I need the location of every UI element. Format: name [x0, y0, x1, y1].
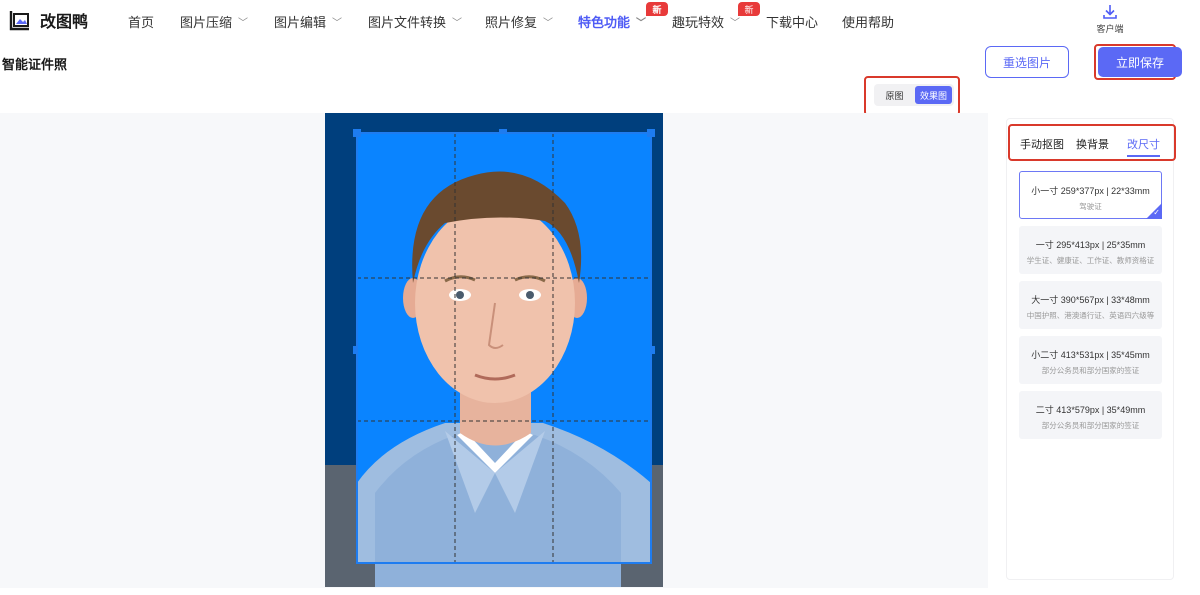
app-name: 改图鸭	[40, 14, 89, 31]
nav-download-center[interactable]: 下载中心	[766, 12, 818, 31]
size-option-title: 小一寸 259*377px | 22*33mm	[1031, 186, 1150, 196]
size-option[interactable]: 一寸 295*413px | 25*35mm 学生证、健康证、工作证、教师资格证	[1019, 226, 1162, 274]
nav-file-convert-label: 图片文件转换	[368, 15, 447, 30]
size-option-title: 一寸 295*413px | 25*35mm	[1035, 240, 1146, 250]
new-badge: 新	[646, 2, 668, 16]
size-option-desc: 中国护照、港澳通行证、英语四六级等	[1026, 311, 1155, 320]
new-badge: 新	[738, 2, 760, 16]
size-option[interactable]: 大一寸 390*567px | 33*48mm 中国护照、港澳通行证、英语四六级…	[1019, 281, 1162, 329]
client-download[interactable]: 客户端	[1096, 4, 1124, 35]
logo[interactable]: 改图鸭	[8, 8, 88, 32]
chevron-down-icon: ﹀	[636, 18, 647, 29]
nav-home-label: 首页	[128, 15, 155, 30]
nav-file-convert[interactable]: 图片文件转换 ﹀	[368, 12, 462, 31]
reselect-image-button[interactable]: 重选图片	[985, 46, 1069, 78]
chevron-down-icon: ﹀	[238, 18, 249, 29]
check-icon: ✓	[1153, 208, 1160, 217]
nav-fun-effects[interactable]: 趣玩特效 ﹀ 新	[672, 2, 760, 31]
tab-change-size[interactable]: 改尺寸	[1127, 136, 1160, 157]
chevron-down-icon: ﹀	[730, 18, 741, 29]
result-view-tab[interactable]: 效果图	[915, 86, 952, 104]
tab-change-background[interactable]: 换背景	[1076, 136, 1109, 152]
client-label: 客户端	[1096, 24, 1124, 34]
size-option[interactable]: 小一寸 259*377px | 22*33mm 驾驶证 ✓	[1019, 171, 1162, 219]
original-view-tab[interactable]: 原图	[876, 86, 913, 104]
nav-help-label: 使用帮助	[842, 15, 895, 30]
nav-special-features[interactable]: 特色功能 ﹀ 新	[578, 2, 668, 31]
size-option[interactable]: 小二寸 413*531px | 35*45mm 部分公务员和部分国家的签证	[1019, 336, 1162, 384]
nav-home[interactable]: 首页	[128, 12, 154, 31]
nav-photo-repair[interactable]: 照片修复 ﹀	[485, 12, 553, 31]
download-icon	[1103, 5, 1117, 19]
nav-special-features-label: 特色功能	[578, 15, 631, 30]
tab-manual-cutout[interactable]: 手动抠图	[1020, 136, 1064, 152]
chevron-down-icon: ﹀	[543, 18, 554, 29]
save-now-button[interactable]: 立即保存	[1098, 47, 1182, 77]
size-option[interactable]: 二寸 413*579px | 35*49mm 部分公务员和部分国家的签证	[1019, 391, 1162, 439]
size-option-title: 大一寸 390*567px | 33*48mm	[1031, 295, 1150, 305]
size-option-title: 小二寸 413*531px | 35*45mm	[1031, 350, 1150, 360]
nav-image-compress-label: 图片压缩	[180, 15, 233, 30]
nav-image-compress[interactable]: 图片压缩 ﹀	[180, 12, 248, 31]
panel-tabs: 手动抠图 换背景 改尺寸	[1020, 136, 1160, 157]
top-navbar: 改图鸭 首页 图片压缩 ﹀ 图片编辑 ﹀ 图片文件转换 ﹀ 照片修复 ﹀ 特色功…	[0, 0, 1200, 40]
size-option-desc: 部分公务员和部分国家的签证	[1041, 421, 1140, 430]
nav-photo-repair-label: 照片修复	[485, 15, 538, 30]
chevron-down-icon: ﹀	[332, 18, 343, 29]
size-option-desc: 驾驶证	[1079, 202, 1102, 211]
id-photo-preview	[325, 113, 663, 587]
size-option-title: 二寸 413*579px | 35*49mm	[1035, 405, 1146, 415]
nav-image-edit-label: 图片编辑	[274, 15, 327, 30]
chevron-down-icon: ﹀	[452, 18, 463, 29]
size-option-desc: 部分公务员和部分国家的签证	[1041, 366, 1140, 375]
nav-fun-effects-label: 趣玩特效	[672, 15, 725, 30]
size-option-desc: 学生证、健康证、工作证、教师资格证	[1026, 256, 1155, 265]
nav-download-center-label: 下载中心	[766, 15, 819, 30]
nav-help[interactable]: 使用帮助	[842, 12, 894, 31]
logo-icon	[8, 8, 32, 32]
nav-image-edit[interactable]: 图片编辑 ﹀	[274, 12, 342, 31]
page-title: 智能证件照	[2, 57, 68, 72]
view-toggle: 原图 效果图	[874, 84, 954, 106]
